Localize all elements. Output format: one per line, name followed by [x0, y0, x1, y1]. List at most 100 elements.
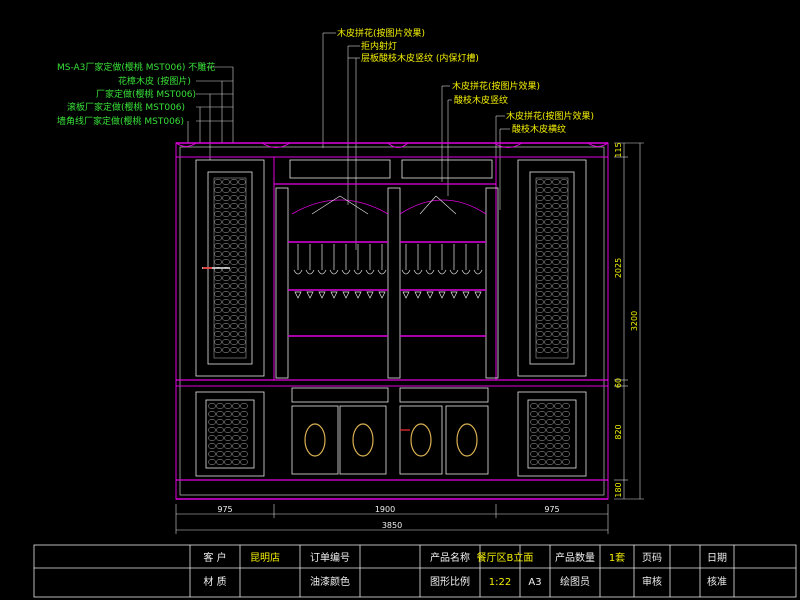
lattice-motif	[222, 258, 230, 266]
lattice-motif	[232, 426, 240, 434]
lattice-motif	[208, 426, 216, 434]
lattice-motif	[544, 258, 552, 266]
dim-overall-height: 3200	[630, 311, 639, 331]
lattice-motif	[230, 226, 238, 234]
lattice-motif	[552, 186, 560, 194]
lattice-motif	[536, 194, 544, 202]
lattice-motif	[544, 330, 552, 338]
glass-upright	[462, 291, 470, 299]
glass-upright	[354, 291, 362, 299]
lattice-motif	[222, 226, 230, 234]
lattice-motif	[214, 242, 222, 250]
lattice-motif	[544, 242, 552, 250]
glass-bowl	[317, 269, 327, 275]
lattice-motif	[560, 234, 568, 242]
approve-label: 核准	[707, 575, 727, 588]
glass-bowl	[413, 269, 423, 275]
lattice-motif	[216, 450, 224, 458]
lattice-motif	[222, 282, 230, 290]
lattice-motif	[240, 410, 248, 418]
lattice-motif	[546, 442, 554, 450]
lattice-motif	[214, 298, 222, 306]
paper-size: A3	[528, 577, 541, 588]
lattice-motif	[214, 178, 222, 186]
lattice-motif	[222, 218, 230, 226]
dim-right-4: 820	[614, 424, 623, 439]
lattice-motif	[214, 210, 222, 218]
lattice-motif	[238, 330, 246, 338]
lattice-motif	[560, 290, 568, 298]
glass-bowl	[401, 269, 411, 275]
lattice-motif	[238, 298, 246, 306]
lattice-motif	[544, 314, 552, 322]
lattice-motif	[232, 410, 240, 418]
dim-bottom-left: 975	[217, 505, 232, 514]
lattice-motif	[544, 234, 552, 242]
lattice-motif	[240, 402, 248, 410]
lattice-motif	[538, 402, 546, 410]
lattice-motif	[214, 186, 222, 194]
lattice-motif	[238, 274, 246, 282]
annotation-right-2a: 木皮拼花(按图片效果)	[506, 110, 594, 122]
lattice-motif	[552, 250, 560, 258]
lattice-motif	[554, 450, 562, 458]
lattice-motif	[554, 418, 562, 426]
lattice-motif	[214, 258, 222, 266]
lattice-motif	[544, 322, 552, 330]
lattice-motif	[230, 290, 238, 298]
lattice-motif	[560, 186, 568, 194]
annotation-right-1b: 酸枝木皮竖纹	[454, 94, 508, 106]
lattice-motif	[232, 402, 240, 410]
lattice-motif	[216, 402, 224, 410]
dim-bottom-center: 1900	[375, 505, 395, 514]
lattice-motif	[544, 338, 552, 346]
lattice-motif	[536, 274, 544, 282]
lattice-motif	[222, 322, 230, 330]
lattice-motif	[536, 226, 544, 234]
lattice-motif	[240, 450, 248, 458]
lattice-motif	[214, 338, 222, 346]
dim-right-1: 115	[614, 142, 623, 157]
lattice-motif	[214, 322, 222, 330]
lower-right-door	[517, 391, 587, 477]
lattice-motif	[552, 274, 560, 282]
lattice-motif	[222, 298, 230, 306]
annotation-left-3: 厂家定做(樱桃 MST006)	[96, 88, 196, 100]
annotation-left-1: MS-A3厂家定做(樱桃 MST006) 不雕花	[57, 61, 215, 73]
lattice-motif	[232, 418, 240, 426]
lattice-motif	[560, 306, 568, 314]
lattice-motif	[536, 210, 544, 218]
page-label: 页码	[642, 552, 662, 564]
lattice-motif	[208, 410, 216, 418]
lattice-motif	[214, 314, 222, 322]
lattice-motif	[222, 274, 230, 282]
lattice-motif	[552, 218, 560, 226]
lattice-motif	[224, 458, 232, 466]
lattice-motif	[560, 330, 568, 338]
annotation-top-3: 层板酸枝木皮竖纹 (内保灯槽)	[361, 52, 479, 64]
lattice-motif	[238, 218, 246, 226]
lattice-motif	[560, 314, 568, 322]
lattice-motif	[554, 434, 562, 442]
lattice-motif	[544, 226, 552, 234]
lattice-motif	[544, 306, 552, 314]
lattice-motif	[546, 402, 554, 410]
lattice-motif	[536, 298, 544, 306]
qty-value: 1套	[609, 551, 625, 564]
dim-total-width: 3850	[382, 521, 402, 530]
lattice-motif	[538, 458, 546, 466]
lattice-panel-left	[214, 178, 246, 354]
lattice-motif	[230, 346, 238, 354]
lattice-motif	[230, 234, 238, 242]
lattice-motif	[552, 282, 560, 290]
lattice-motif	[560, 218, 568, 226]
lattice-motif	[544, 202, 552, 210]
lattice-motif	[216, 418, 224, 426]
lattice-motif	[214, 274, 222, 282]
glass-upright	[342, 291, 350, 299]
lattice-motif	[562, 442, 570, 450]
lattice-motif	[560, 210, 568, 218]
lattice-motif	[216, 426, 224, 434]
lattice-motif	[546, 426, 554, 434]
scale-label: 图形比例	[430, 575, 470, 588]
